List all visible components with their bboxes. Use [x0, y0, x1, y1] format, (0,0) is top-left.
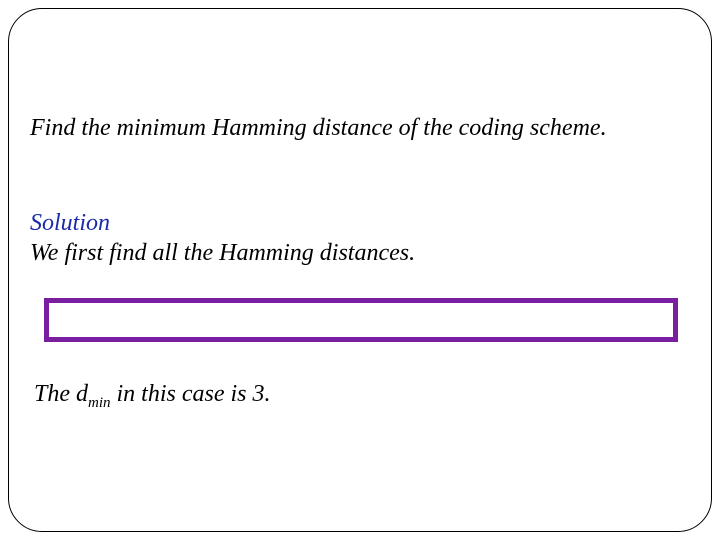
- conclusion-suffix: in this case is 3.: [111, 381, 271, 407]
- work-box: [44, 298, 678, 342]
- solution-block: Solution We first find all the Hamming d…: [30, 208, 690, 268]
- slide-frame: [8, 8, 712, 532]
- conclusion-subscript: min: [88, 395, 111, 411]
- question-text: Find the minimum Hamming distance of the…: [30, 114, 690, 143]
- solution-label: Solution: [30, 210, 110, 236]
- conclusion-text: The dmin in this case is 3.: [34, 380, 694, 412]
- solution-text: We first find all the Hamming distances.: [30, 240, 415, 266]
- slide: Find the minimum Hamming distance of the…: [0, 0, 720, 540]
- conclusion-prefix: The d: [34, 381, 88, 407]
